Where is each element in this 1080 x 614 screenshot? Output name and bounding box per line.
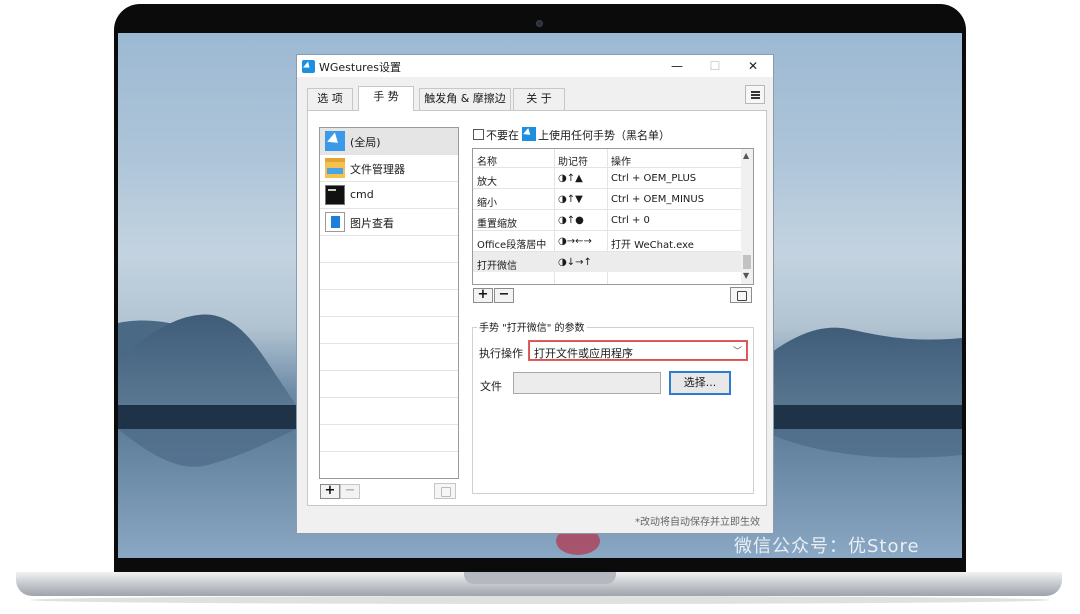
action-select[interactable]: 打开文件或应用程序 ﹀: [529, 341, 747, 360]
column-header-mnemonic: 助记符: [558, 157, 588, 168]
list-item: [320, 344, 458, 371]
app-item-label: cmd: [350, 188, 374, 201]
laptop-notch: [464, 572, 616, 584]
gesture-name: 放大: [477, 177, 497, 188]
gesture-name: Office段落居中: [477, 240, 547, 251]
remove-gesture-button[interactable]: −: [494, 288, 514, 303]
tab-about[interactable]: 关 于: [513, 88, 565, 110]
cursor-icon: [325, 131, 345, 151]
scrollbar-thumb[interactable]: [743, 255, 751, 269]
blacklist-checkbox[interactable]: [473, 129, 484, 140]
scroll-down-icon[interactable]: ▼: [743, 271, 749, 280]
app-item-global[interactable]: (全局): [320, 128, 458, 155]
choose-file-button[interactable]: 选择...: [669, 371, 731, 395]
column-header-name: 名称: [477, 157, 497, 168]
table-row[interactable]: Office段落居中 ◑→←→ 打开 WeChat.exe: [473, 230, 741, 251]
title-bar[interactable]: WGestures设置 — ☐ ✕: [297, 55, 773, 77]
table-row-selected[interactable]: 打开微信 ◑↓→↑: [473, 251, 741, 272]
action-label: 执行操作: [479, 347, 523, 360]
list-item: [320, 263, 458, 290]
gesture-action: 打开 WeChat.exe: [611, 240, 694, 251]
tab-hot-corners[interactable]: 触发角 & 摩擦边: [419, 88, 511, 110]
remove-app-button[interactable]: −: [340, 484, 360, 499]
blacklist-label-suffix: 上使用任何手势（黑名单）: [538, 129, 670, 142]
table-row[interactable]: 放大 ◑↑▲ Ctrl + OEM_PLUS: [473, 167, 741, 188]
app-item-label: 图片查看: [350, 217, 394, 230]
gesture-action: Ctrl + OEM_MINUS: [611, 194, 705, 205]
gesture-name: 打开微信: [477, 261, 517, 272]
cursor-icon: [522, 127, 536, 141]
gesture-mnemonic: ◑↑▼: [558, 194, 583, 205]
gesture-action: Ctrl + OEM_PLUS: [611, 173, 697, 184]
console-icon: [325, 185, 345, 205]
folder-icon: [325, 158, 345, 178]
action-select-value: 打开文件或应用程序: [534, 347, 633, 360]
gesture-name: 缩小: [477, 198, 497, 209]
edit-gesture-button[interactable]: [730, 287, 752, 303]
file-path-field[interactable]: [513, 372, 661, 394]
autosave-note: *改动将自动保存并立即生效: [635, 517, 760, 528]
window-title: WGestures设置: [319, 61, 401, 74]
scroll-up-icon[interactable]: ▲: [743, 151, 749, 160]
watermark: 微信公众号：优Store: [734, 536, 920, 557]
gestures-panel: (全局) 文件管理器 cmd 图片查看 + − 不要在 上使用任何手势（黑名单）…: [307, 110, 767, 506]
app-item-file-manager[interactable]: 文件管理器: [320, 155, 458, 182]
app-item-label: 文件管理器: [350, 163, 405, 176]
list-item: [320, 290, 458, 317]
column-header-action: 操作: [611, 157, 631, 168]
blacklist-label-prefix: 不要在: [486, 129, 519, 142]
app-item-cmd[interactable]: cmd: [320, 182, 458, 209]
app-item-label: (全局): [350, 136, 381, 149]
webcam-icon: [536, 20, 543, 27]
add-app-button[interactable]: +: [320, 484, 340, 499]
app-item-photo-viewer[interactable]: 图片查看: [320, 209, 458, 236]
gesture-mnemonic: ◑↓→↑: [558, 257, 592, 268]
photo-stage: { "window": { "title": "WGestures设置", "m…: [0, 0, 1080, 614]
gesture-mnemonic: ◑↑●: [558, 215, 584, 226]
tab-gestures[interactable]: 手 势: [358, 86, 414, 111]
list-item: [320, 452, 458, 478]
photo-viewer-icon: [325, 212, 345, 232]
chevron-down-icon: ﹀: [732, 347, 742, 357]
minimize-button[interactable]: —: [663, 57, 691, 75]
maximize-button[interactable]: ☐: [701, 57, 729, 75]
gesture-table-scrollbar[interactable]: ▲ ▼: [741, 149, 753, 284]
gesture-mnemonic: ◑→←→: [558, 236, 592, 247]
gesture-mnemonic: ◑↑▲: [558, 173, 583, 184]
gesture-table[interactable]: 名称 助记符 操作 放大 ◑↑▲ Ctrl + OEM_PLUS 缩小 ◑↑▼ …: [472, 148, 754, 285]
gesture-action: Ctrl + 0: [611, 215, 650, 226]
list-item: [320, 425, 458, 452]
table-row[interactable]: 缩小 ◑↑▼ Ctrl + OEM_MINUS: [473, 188, 741, 209]
gesture-name: 重置缩放: [477, 219, 517, 230]
list-item: [320, 317, 458, 344]
tab-options[interactable]: 选 项: [307, 88, 353, 110]
table-row[interactable]: 重置缩放 ◑↑● Ctrl + 0: [473, 209, 741, 230]
list-item: [320, 371, 458, 398]
edit-app-button[interactable]: [434, 483, 456, 499]
close-button[interactable]: ✕: [739, 57, 767, 75]
settings-window: WGestures设置 — ☐ ✕ 选 项 手 势 触发角 & 摩擦边 关 于 …: [296, 54, 774, 534]
gesture-table-header: 名称 助记符 操作: [473, 149, 741, 168]
file-label: 文件: [480, 380, 502, 393]
wgestures-app-icon: [302, 60, 315, 73]
menu-icon[interactable]: [745, 85, 765, 104]
laptop-shadow: [30, 596, 1050, 604]
list-item: [320, 398, 458, 425]
app-list[interactable]: (全局) 文件管理器 cmd 图片查看: [319, 127, 459, 479]
gesture-params-title: 手势 "打开微信" 的参数: [477, 319, 587, 334]
add-gesture-button[interactable]: +: [473, 288, 493, 303]
list-item: [320, 236, 458, 263]
